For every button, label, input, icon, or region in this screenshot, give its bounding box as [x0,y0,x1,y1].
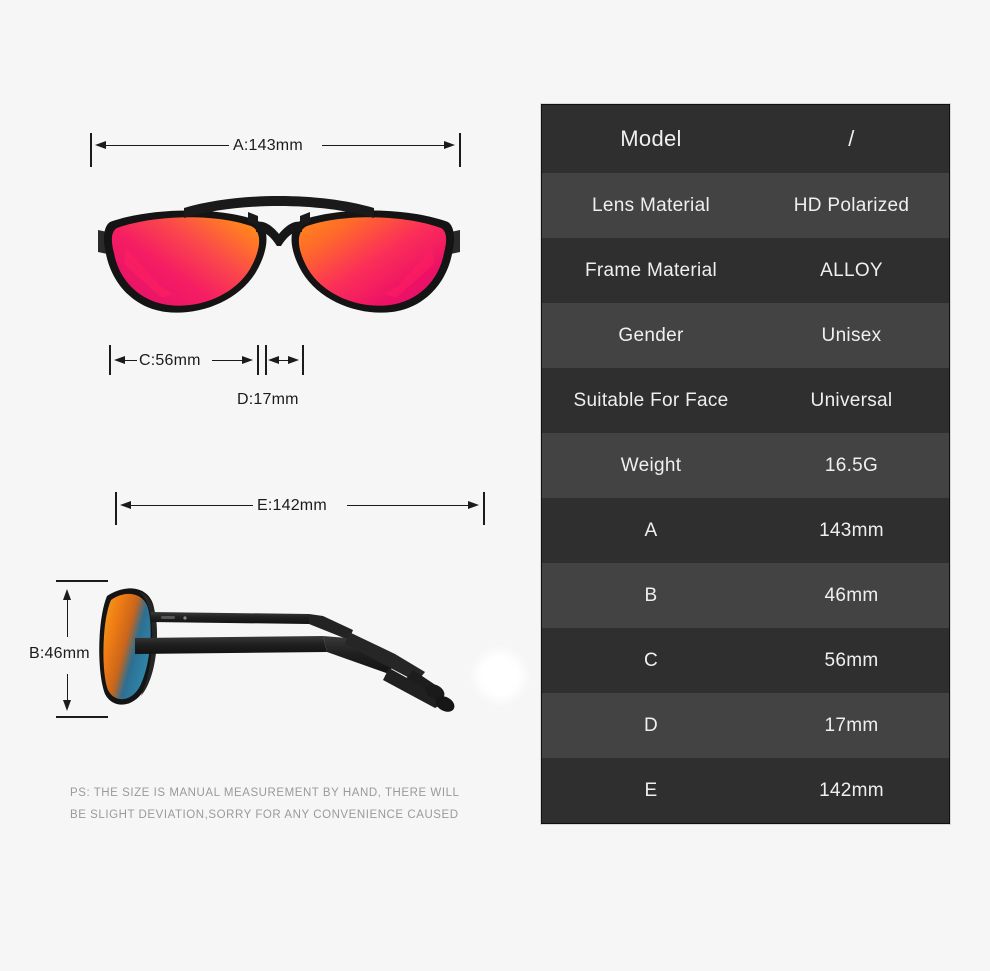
specification-table: Model / Lens Material HD Polarized Frame… [541,104,950,824]
dimension-e-cap-left [115,492,117,525]
spec-key: Suitable For Face [573,389,729,411]
spec-key: Lens Material [592,194,710,216]
measurement-diagram-panel: A:143mm C:56mm D:17mm E:142mm B:46mm PS:… [0,0,530,971]
spec-value: 56mm [824,649,879,671]
spec-value: Unisex [821,324,882,346]
spec-key: Frame Material [585,259,717,281]
lens-glow-highlight [470,645,530,707]
table-row: A 143mm [542,498,949,563]
dimension-c-rule-right [212,360,243,362]
spec-value: 17mm [824,714,879,736]
disclaimer-line-2: BE SLIGHT DEVIATION,SORRY FOR ANY CONVEN… [70,809,459,822]
dimension-c-cap-left [109,345,111,375]
dimension-a-arrow-right [444,141,455,149]
dimension-e-label: E:142mm [257,497,327,514]
spec-value: 143mm [819,519,884,541]
product-spec-page: A:143mm C:56mm D:17mm E:142mm B:46mm PS:… [0,0,990,971]
dimension-d-cap-right [302,345,304,375]
dimension-d-cap-left [265,345,267,375]
dimension-b-rule-bottom [67,674,69,702]
dimension-b-arrow-down [63,700,71,711]
dimension-a-cap-left [90,133,92,167]
table-row: D 17mm [542,693,949,758]
spec-value: Universal [810,389,893,411]
spec-value: 16.5G [824,454,879,476]
dimension-c-rule-left [124,360,137,362]
spec-value: 46mm [824,584,879,606]
table-row: Gender Unisex [542,303,949,368]
dimension-c-label: C:56mm [139,352,201,369]
spec-key: E [644,779,658,801]
spec-key: Gender [618,324,684,346]
spec-value: / [848,126,855,151]
dimension-e-cap-right [483,492,485,525]
dimension-b-cap-bottom [56,716,108,718]
dimension-b-rule-top [67,599,69,637]
spec-key: A [644,519,658,541]
aviator-sunglasses-side-view [95,578,495,713]
table-row: Lens Material HD Polarized [542,173,949,238]
table-row: Weight 16.5G [542,433,949,498]
spec-value: 142mm [819,779,884,801]
spec-key: C [643,649,659,671]
table-row: Suitable For Face Universal [542,368,949,433]
dimension-b-label: B:46mm [29,645,90,662]
spec-key: Model [620,126,682,151]
table-row: Model / [542,105,949,173]
spec-value: ALLOY [820,259,883,281]
dimension-e-rule-left [130,505,253,507]
sunglasses-front-svg [98,196,460,313]
table-row: B 46mm [542,563,949,628]
table-row: E 142mm [542,758,949,823]
table-row: Frame Material ALLOY [542,238,949,303]
aviator-sunglasses-front-view [88,186,470,326]
table-row: C 56mm [542,628,949,693]
spec-value: HD Polarized [793,194,910,216]
dimension-a-rule-left [105,145,229,147]
dimension-e-arrow-right [468,501,479,509]
dimension-c-cap-right [257,345,259,375]
dimension-c-arrow-right [242,356,253,364]
spec-key: B [644,584,658,606]
dimension-d-arrow-right [288,356,299,364]
dimension-a-label: A:143mm [233,137,303,154]
spec-key: Weight [620,454,682,476]
sunglasses-side-svg [99,588,455,712]
disclaimer-line-1: PS: THE SIZE IS MANUAL MEASUREMENT BY HA… [70,787,460,799]
spec-key: D [643,714,659,736]
measurement-disclaimer: PS: THE SIZE IS MANUAL MEASUREMENT BY HA… [70,782,510,827]
dimension-e-rule-right [347,505,469,507]
dimension-d-label: D:17mm [237,391,299,408]
dimension-a-rule-right [322,145,445,147]
dimension-a-cap-right [459,133,461,167]
